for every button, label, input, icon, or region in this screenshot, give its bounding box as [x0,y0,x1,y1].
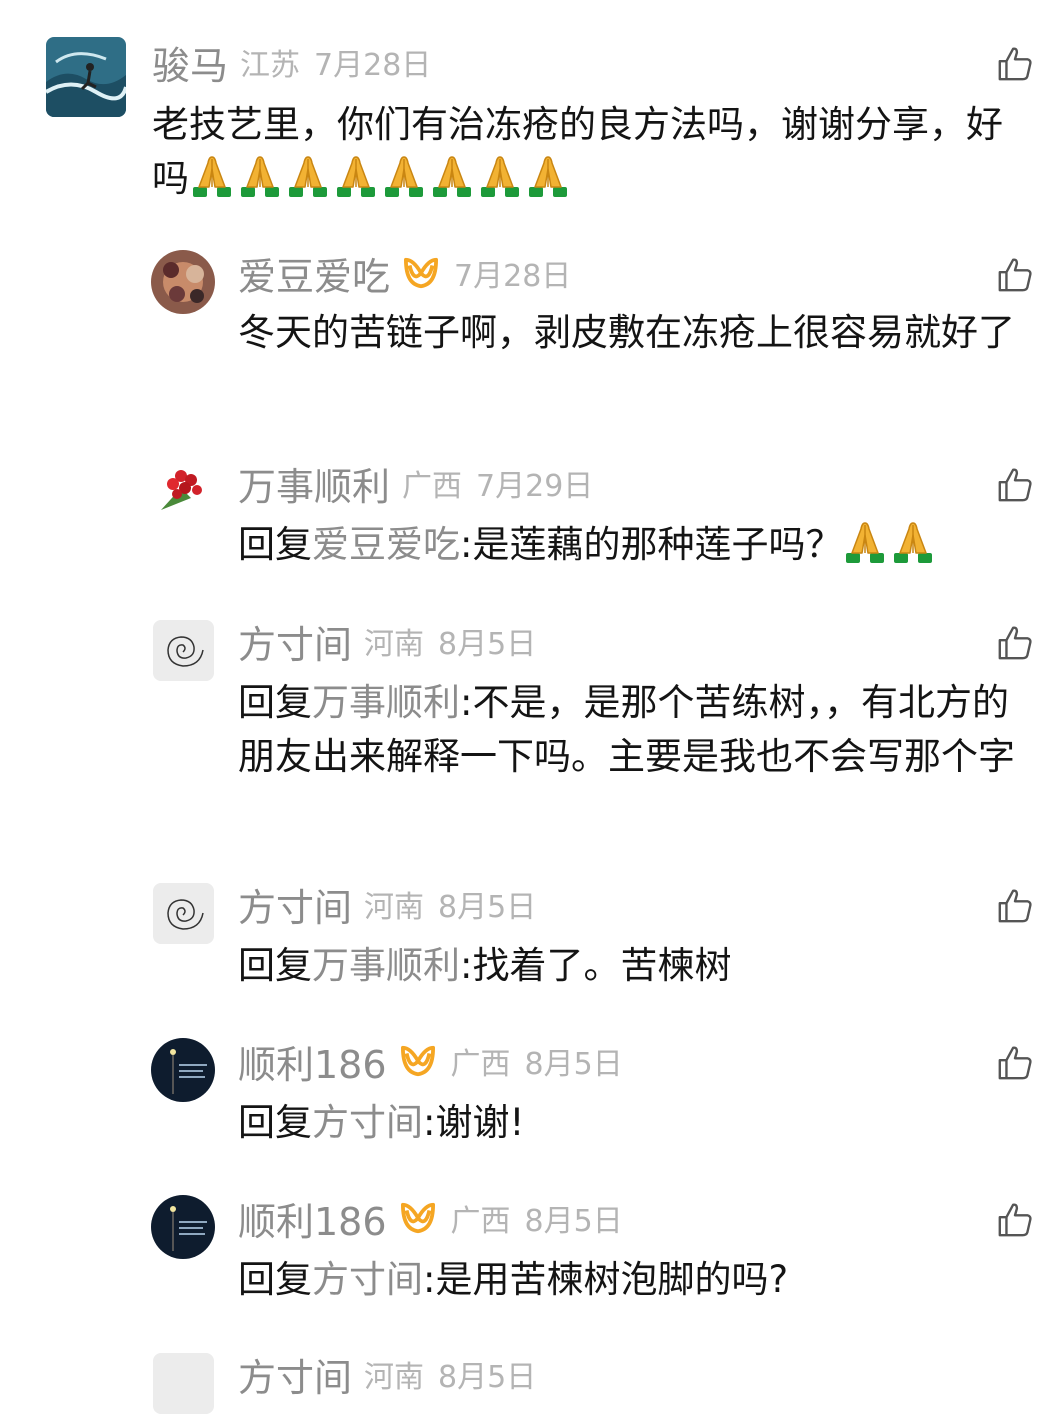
location-label: 广西 [450,1047,511,1082]
reply-prefix: 回复 [238,523,312,566]
comment-text: 老技艺里，你们有治冻疮的良方法吗，谢谢分享，好吗 [152,98,1037,206]
thumbs-up-icon[interactable] [996,887,1034,925]
comment-date: 7月29日 [476,469,594,504]
spiral-avatar-image [153,620,214,681]
comment-date: 8月5日 [438,890,537,925]
comment-date: 7月28日 [314,48,432,83]
comment-text: 回复万事顺利:不是，是那个苦练树，，有北方的朋友出来解释一下吗。主要是我也不会写… [238,676,1038,784]
vip-badge-icon [399,1201,437,1235]
reply-prefix: 回复 [238,681,312,724]
avatar[interactable] [151,458,215,522]
roses-avatar-image [151,458,215,522]
comment-body: :谢谢! [423,1101,525,1144]
night-avatar-image [151,1195,215,1259]
surfer-avatar-image [46,37,126,117]
avatar[interactable] [46,37,126,117]
avatar[interactable] [153,883,214,944]
username[interactable]: 顺利186 [238,1191,387,1246]
reply-target-username[interactable]: 爱豆爱吃 [312,523,460,566]
night-avatar-image [151,1038,215,1102]
avatar[interactable] [151,1195,215,1259]
folded-hands-emoji [429,153,475,199]
username[interactable]: 方寸间 [238,1347,352,1402]
reply-target-username[interactable]: 方寸间 [312,1101,423,1144]
comment-date: 7月28日 [454,259,572,294]
avatar[interactable] [151,1038,215,1102]
reply-prefix: 回复 [238,944,312,987]
thumbs-up-icon[interactable] [996,1201,1034,1239]
comment-text: 回复方寸间:谢谢! [238,1096,1038,1150]
comment-date: 8月5日 [524,1204,623,1239]
folded-hands-emoji [525,153,571,199]
spiral-avatar-image [153,883,214,944]
spiral-avatar-image [153,1353,214,1414]
folded-hands-emoji [237,153,283,199]
location-label: 河南 [364,890,425,925]
comment-body: :是用苦楝树泡脚的吗? [423,1258,789,1301]
username[interactable]: 方寸间 [238,614,352,669]
reply-prefix: 回复 [238,1258,312,1301]
thumbs-up-icon[interactable] [996,624,1034,662]
username[interactable]: 万事顺利 [238,456,390,511]
folded-hands-emoji [381,153,427,199]
username[interactable]: 爱豆爱吃 [238,246,390,301]
comment-text: 冬天的苦链子啊，剥皮敷在冻疮上很容易就好了 [238,306,1038,360]
username[interactable]: 顺利186 [238,1034,387,1089]
comment-text: 回复爱豆爱吃:是莲藕的那种莲子吗？ [238,518,1038,572]
folded-hands-emoji [285,153,331,199]
vip-badge-icon [402,256,440,290]
thumbs-up-icon[interactable] [996,45,1034,83]
location-label: 河南 [364,627,425,662]
location-label: 江苏 [240,48,301,83]
emoji-group [842,519,938,565]
reply-target-username[interactable]: 万事顺利 [312,681,460,724]
pattern-avatar-image [151,250,215,314]
comment-text: 回复方寸间:是用苦楝树泡脚的吗? [238,1253,1038,1307]
reply-prefix: 回复 [238,1101,312,1144]
folded-hands-emoji [333,153,379,199]
folded-hands-emoji [842,519,888,565]
thumbs-up-icon[interactable] [996,1044,1034,1082]
comment-date: 8月5日 [524,1047,623,1082]
username[interactable]: 骏马 [152,35,228,90]
emoji-group [189,153,573,199]
avatar[interactable] [153,620,214,681]
location-label: 河南 [364,1360,425,1395]
avatar[interactable] [153,1353,214,1414]
comment-body: :找着了。苦楝树 [460,944,732,987]
comment-date: 8月5日 [438,1360,537,1395]
location-label: 广西 [450,1204,511,1239]
comment-text: 回复万事顺利:找着了。苦楝树 [238,939,1038,993]
reply-target-username[interactable]: 方寸间 [312,1258,423,1301]
avatar[interactable] [151,250,215,314]
folded-hands-emoji [189,153,235,199]
comment-date: 8月5日 [438,627,537,662]
comment-body: :是莲藕的那种莲子吗？ [460,523,843,566]
comment-body: 冬天的苦链子啊，剥皮敷在冻疮上很容易就好了 [238,311,1015,354]
reply-target-username[interactable]: 万事顺利 [312,944,460,987]
thumbs-up-icon[interactable] [996,256,1034,294]
folded-hands-emoji [477,153,523,199]
vip-badge-icon [399,1044,437,1078]
folded-hands-emoji [890,519,936,565]
username[interactable]: 方寸间 [238,877,352,932]
thumbs-up-icon[interactable] [996,466,1034,504]
location-label: 广西 [402,469,463,504]
